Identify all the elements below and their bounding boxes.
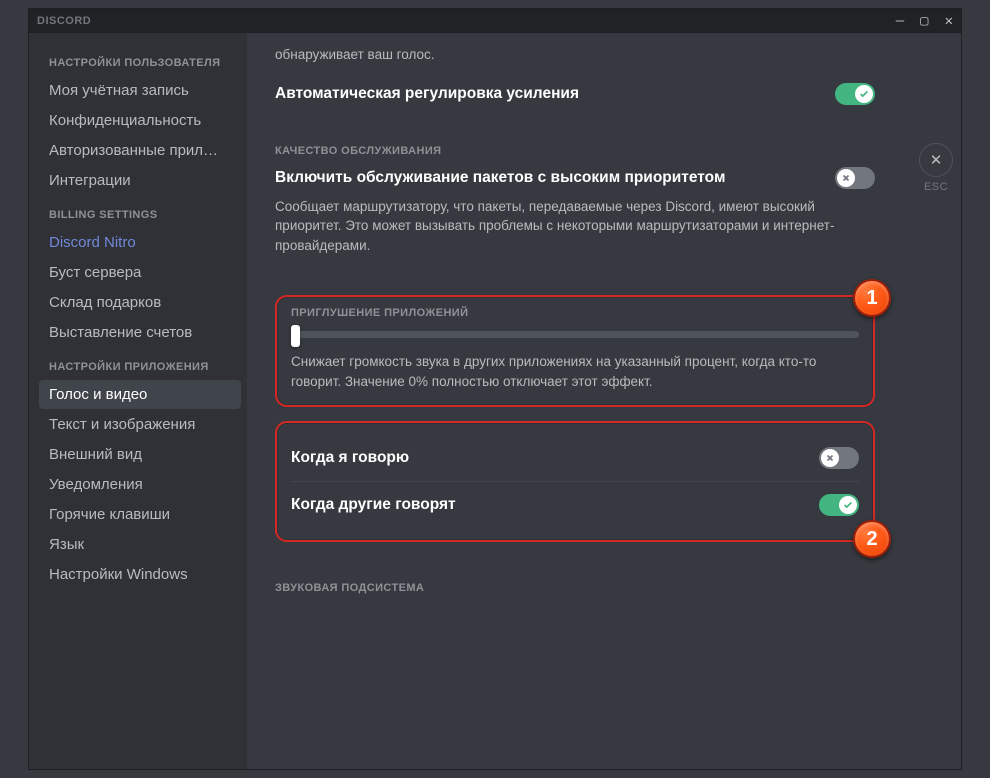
sidebar-item-billing[interactable]: Выставление счетов	[39, 318, 241, 347]
attenuation-slider-wrap	[291, 331, 859, 338]
sidebar-item-nitro[interactable]: Discord Nitro	[39, 228, 241, 257]
app-body: НАСТРОЙКИ ПОЛЬЗОВАТЕЛЯ Моя учётная запис…	[29, 33, 961, 769]
sidebar-section-billing: BILLING SETTINGS	[39, 203, 241, 227]
sidebar-item-privacy[interactable]: Конфиденциальность	[39, 106, 241, 135]
sidebar-item-gift-inventory[interactable]: Склад подарков	[39, 288, 241, 317]
toggle-knob	[855, 85, 873, 103]
auto-gain-toggle[interactable]	[835, 83, 875, 105]
annotation-badge-1: 1	[853, 279, 891, 317]
slider-thumb[interactable]	[291, 325, 300, 347]
settings-content: ✕ ESC обнаруживает ваш голос. Автоматиче…	[247, 33, 961, 769]
when-i-speak-row: Когда я говорю	[291, 437, 859, 479]
sidebar-section-user: НАСТРОЙКИ ПОЛЬЗОВАТЕЛЯ	[39, 51, 241, 75]
sidebar-item-notifications[interactable]: Уведомления	[39, 470, 241, 499]
close-settings-button[interactable]: ✕	[919, 143, 953, 177]
qos-toggle[interactable]	[835, 167, 875, 189]
check-icon	[859, 89, 869, 99]
x-icon	[825, 453, 835, 463]
attenuation-header: ПРИГЛУШЕНИЕ ПРИЛОЖЕНИЙ	[291, 307, 859, 319]
minimize-icon[interactable]: —	[896, 14, 904, 28]
annotation-badge-2: 2	[853, 520, 891, 558]
sidebar-item-voice-video[interactable]: Голос и видео	[39, 380, 241, 409]
app-frame: DISCORD — ▢ ✕ НАСТРОЙКИ ПОЛЬЗОВАТЕЛЯ Моя…	[28, 8, 962, 770]
sidebar-item-integrations[interactable]: Интеграции	[39, 166, 241, 195]
truncated-desc: обнаруживает ваш голос.	[275, 45, 875, 65]
settings-sidebar: НАСТРОЙКИ ПОЛЬЗОВАТЕЛЯ Моя учётная запис…	[29, 33, 247, 769]
attenuation-desc: Снижает громкость звука в других приложе…	[291, 352, 859, 391]
when-i-speak-label: Когда я говорю	[291, 449, 409, 467]
titlebar: DISCORD — ▢ ✕	[29, 9, 961, 33]
when-others-speak-label: Когда другие говорят	[291, 496, 456, 514]
check-icon	[843, 500, 853, 510]
divider	[291, 481, 859, 482]
attenuation-slider[interactable]	[291, 331, 859, 338]
sidebar-item-language[interactable]: Язык	[39, 530, 241, 559]
sidebar-item-windows[interactable]: Настройки Windows	[39, 560, 241, 589]
sidebar-item-server-boost[interactable]: Буст сервера	[39, 258, 241, 287]
auto-gain-row: Автоматическая регулировка усиления	[275, 83, 875, 105]
window-controls: — ▢ ✕	[896, 14, 953, 28]
toggle-knob	[837, 169, 855, 187]
sidebar-item-authorized-apps[interactable]: Авторизованные прил…	[39, 136, 241, 165]
qos-title: Включить обслуживание пакетов с высоким …	[275, 169, 725, 187]
toggle-knob	[821, 449, 839, 467]
sidebar-section-app: НАСТРОЙКИ ПРИЛОЖЕНИЯ	[39, 355, 241, 379]
auto-gain-title: Автоматическая регулировка усиления	[275, 85, 579, 103]
x-icon	[841, 173, 851, 183]
sidebar-item-text-images[interactable]: Текст и изображения	[39, 410, 241, 439]
qos-header: КАЧЕСТВО ОБСЛУЖИВАНИЯ	[275, 145, 875, 157]
audio-subsystem-header: ЗВУКОВАЯ ПОДСИСТЕМА	[275, 582, 875, 594]
when-others-speak-toggle[interactable]	[819, 494, 859, 516]
qos-desc: Сообщает маршрутизатору, что пакеты, пер…	[275, 197, 835, 256]
esc-label: ESC	[919, 181, 953, 193]
maximize-icon[interactable]: ▢	[920, 14, 928, 28]
toggle-knob	[839, 496, 857, 514]
sidebar-item-keybinds[interactable]: Горячие клавиши	[39, 500, 241, 529]
esc-wrap: ✕ ESC	[919, 143, 953, 193]
close-icon[interactable]: ✕	[945, 14, 953, 28]
when-i-speak-toggle[interactable]	[819, 447, 859, 469]
sidebar-item-appearance[interactable]: Внешний вид	[39, 440, 241, 469]
qos-row: Включить обслуживание пакетов с высоким …	[275, 167, 875, 189]
attenuation-highlight: 1 ПРИГЛУШЕНИЕ ПРИЛОЖЕНИЙ Снижает громкос…	[275, 295, 875, 407]
app-brand: DISCORD	[37, 15, 91, 27]
sidebar-item-account[interactable]: Моя учётная запись	[39, 76, 241, 105]
speak-toggles-highlight: 2 Когда я говорю Когда другие говорят	[275, 421, 875, 542]
when-others-speak-row: Когда другие говорят	[291, 484, 859, 526]
